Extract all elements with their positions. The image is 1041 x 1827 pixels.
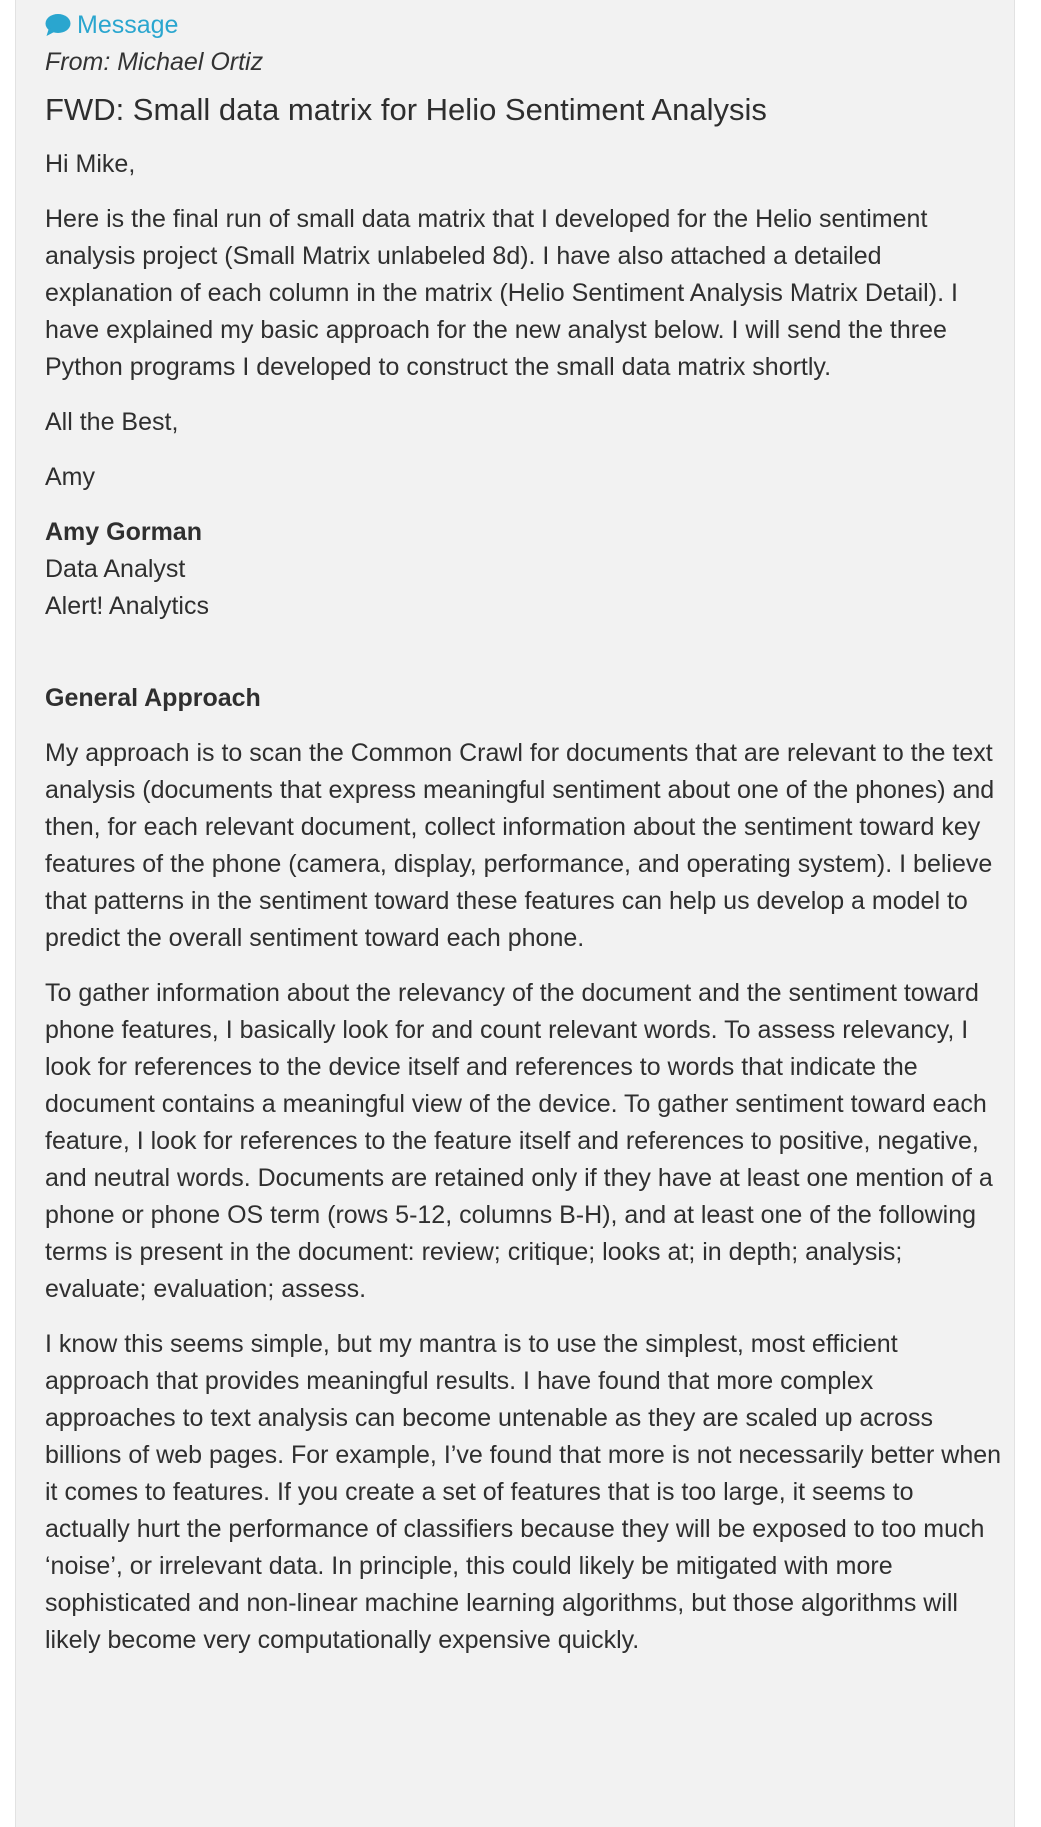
from-line: From: Michael Ortiz bbox=[45, 47, 1005, 77]
signature-name: Amy Gorman bbox=[45, 518, 202, 546]
approach-paragraph: My approach is to scan the Common Crawl … bbox=[45, 739, 995, 952]
message-header: Message bbox=[45, 10, 1005, 40]
signature-block: Amy Gorman Data Analyst Alert! Analytics bbox=[45, 514, 1005, 625]
approach-paragraph: To gather information about the relevanc… bbox=[45, 979, 993, 1303]
closing: All the Best, bbox=[45, 408, 179, 436]
message-panel: Message From: Michael Ortiz FWD: Small d… bbox=[15, 0, 1015, 1827]
approach-paragraph: I know this seems simple, but my mantra … bbox=[45, 1330, 1002, 1654]
signature-company: Alert! Analytics bbox=[45, 592, 209, 620]
from-prefix: From: bbox=[45, 48, 111, 76]
signature-title: Data Analyst bbox=[45, 555, 186, 583]
intro-paragraph: Here is the final run of small data matr… bbox=[45, 205, 958, 381]
sender-first-name: Amy bbox=[45, 463, 95, 491]
email-subject: FWD: Small data matrix for Helio Sentime… bbox=[45, 92, 767, 127]
section-heading: General Approach bbox=[45, 684, 261, 712]
greeting: Hi Mike, bbox=[45, 150, 136, 178]
from-name: Michael Ortiz bbox=[117, 48, 264, 76]
speech-bubble-icon bbox=[45, 13, 71, 37]
message-content: Message From: Michael Ortiz FWD: Small d… bbox=[45, 10, 1005, 1659]
message-header-label: Message bbox=[77, 11, 179, 39]
email-body: Hi Mike, Here is the final run of small … bbox=[45, 146, 1005, 1659]
